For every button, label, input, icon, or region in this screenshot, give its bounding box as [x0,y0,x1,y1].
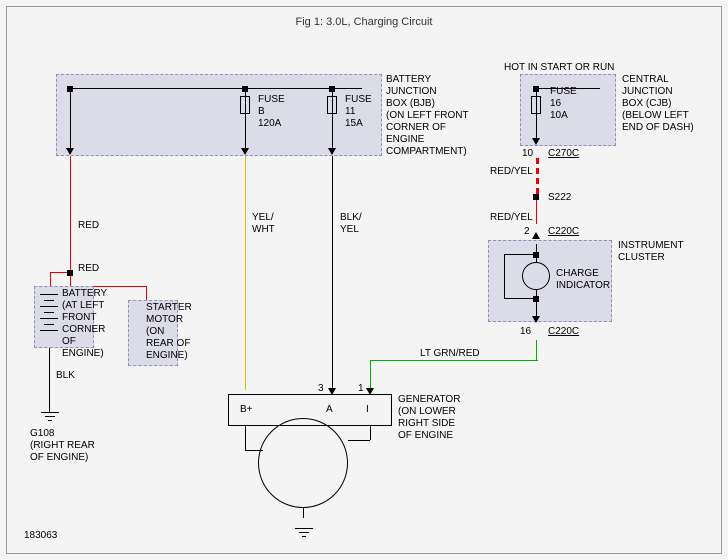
ic-c220c-bot: C220C [548,326,579,338]
red2-label: RED [78,263,99,275]
fuse-16-label: FUSE 16 10A [550,86,577,122]
red-vert2 [50,272,51,286]
bjb-exit-blky [328,148,336,155]
cjb-pin10: 10 [522,148,533,160]
figure-title: Fig 1: 3.0L, Charging Circuit [0,16,728,28]
blk-wire [49,348,50,402]
gen-a: A [326,404,333,416]
ic-exit [532,316,540,323]
gen-bplus: B+ [240,404,253,416]
cjb-name: CENTRAL JUNCTION BOX (CJB) (BELOW LEFT E… [622,74,694,134]
blk-label: BLK [56,370,75,382]
ic-resistor-v [504,254,505,298]
gen-link1h [245,450,263,451]
ic-node-bot [533,296,539,302]
gen-pin3: 3 [318,383,324,395]
cjb-node [533,86,539,92]
redyel-splice-wire [536,158,539,194]
ltgrn-vert2 [370,360,371,390]
ic-name: INSTRUMENT CLUSTER [618,240,684,264]
battery-name: BATTERY (AT LEFT FRONT CORNER OF ENGINE) [62,288,107,360]
gen-gnd-stem [303,508,304,518]
ltgrn-label: LT GRN/RED [420,348,480,360]
cjb-exit [532,138,540,145]
generator-symbol [258,418,348,508]
bjb-drop-left [70,88,71,148]
bjb-exit-yel [241,148,249,155]
red-label: RED [78,220,99,232]
yelwht-label: YEL/ WHT [252,212,275,236]
ic-pin16: 16 [520,326,531,338]
red-split [67,270,73,276]
ic-enter [532,232,540,239]
bjb-node-left [67,86,73,92]
blkyel-label: BLK/ YEL [340,212,362,236]
fuse-b-symbol [240,96,250,114]
fuse-11-symbol [327,96,337,114]
gen-link3h [348,440,370,441]
gen-in-a [328,388,336,395]
ic-node-top [533,252,539,258]
starter-name: STARTER MOTOR (ON REAR OF ENGINE) [146,302,192,362]
red-yel-mid: RED/YEL [490,212,533,224]
fuse-16-symbol [531,96,541,114]
blkyel-wire [332,156,333,390]
bjb-exit-red [66,148,74,155]
gen-pin1: 1 [358,383,364,395]
bjb-fuse-b-out [245,114,246,148]
gen-in-i [366,388,374,395]
cjb-top-label: HOT IN START OR RUN [504,62,614,74]
red-yel-top: RED/YEL [490,166,533,178]
cjb-c270c: C270C [548,148,579,160]
red-to-starter-v2 [146,286,147,300]
yelwht-wire [245,156,246,390]
ltgrn-vert [536,340,537,360]
ltgrn-horz [370,360,538,361]
gen-i: I [366,404,369,416]
redyel-to-ic [536,200,537,224]
bjb-name: BATTERY JUNCTION BOX (BJB) (ON LEFT FRON… [386,74,469,158]
battery-symbol [40,294,58,338]
bjb-node-yel [242,86,248,92]
fuse-b-label: FUSE B 120A [258,94,285,130]
bjb-internal-rail [70,88,362,89]
fuse-11-label: FUSE 11 15A [345,94,372,130]
generator-name: GENERATOR (ON LOWER RIGHT SIDE OF ENGINE [398,394,460,442]
ic-resistor-h2 [504,298,536,299]
gen-link3 [370,426,371,440]
ic-pin2: 2 [524,226,530,238]
red-vert [70,156,71,272]
gen-link1 [245,426,246,450]
bjb-node-blky [329,86,335,92]
ref-number: 183063 [24,530,57,542]
ic-resistor-h1 [504,254,536,255]
charge-indicator-circle [522,262,550,290]
bjb-fuse-11-out [332,114,333,148]
cjb-fuse-out [536,114,537,138]
s222-label: S222 [548,192,571,204]
charge-indicator-label: CHARGE INDICATOR [556,268,610,292]
ic-wire-out [536,290,537,316]
g108-label: G108 (RIGHT REAR OF ENGINE) [30,428,95,464]
ic-c220c-top: C220C [548,226,579,238]
